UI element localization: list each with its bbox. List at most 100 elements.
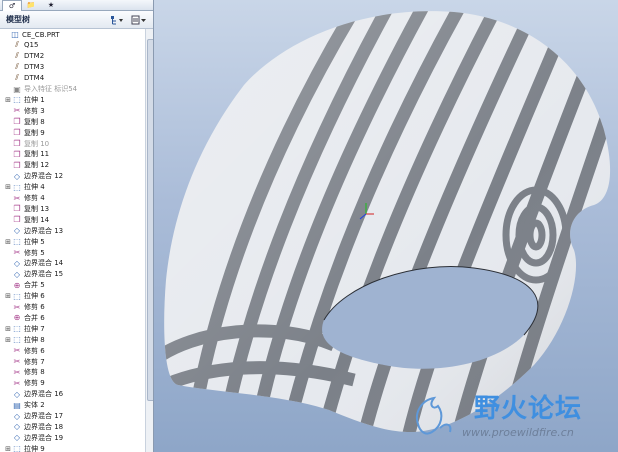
tree-item-label: 边界混合 16 [24, 390, 64, 399]
tree-item[interactable]: ✂ 修剪 4 [0, 193, 145, 204]
tree-item[interactable]: ▤ 实体 2 [0, 400, 145, 411]
trim-icon: ✂ [13, 378, 21, 388]
tree-item[interactable]: ✂ 修剪 6 [0, 302, 145, 313]
tree-item[interactable]: ✂ 修剪 8 [0, 367, 145, 378]
expand-icon[interactable]: ⊞ [4, 292, 12, 300]
expand-icon[interactable]: ⊞ [4, 325, 12, 333]
datum-plane-icon: ⫽ [15, 62, 19, 72]
tree-item[interactable]: ✂ 修剪 3 [0, 105, 145, 116]
part-icon: ◫ [11, 30, 19, 39]
tree-item-label: 实体 2 [24, 401, 45, 410]
tree-item[interactable]: ◇ 边界混合 19 [0, 432, 145, 443]
trim-icon: ✂ [13, 367, 21, 377]
scrollbar-thumb[interactable] [147, 39, 153, 401]
tree-item[interactable]: ◇ 边界混合 17 [0, 411, 145, 422]
tree-item[interactable]: ✂ 修剪 6 [0, 345, 145, 356]
tree-item-label: 拉伸 6 [24, 292, 45, 301]
graphics-viewport[interactable]: 野火论坛 www.proewildfire.cn [154, 0, 618, 452]
tree-item[interactable]: ✂ 修剪 9 [0, 378, 145, 389]
tree-item-label: CE_CB.PRT [22, 30, 60, 39]
tree-item[interactable]: ⊞ ⬚ 拉伸 5 [0, 236, 145, 247]
tree-item-label: 复制 14 [24, 215, 50, 224]
tree-item[interactable]: ⫽ DTM2 [0, 51, 145, 62]
boundary-blend-icon: ◇ [13, 411, 21, 421]
tree-item[interactable]: ❐ 复制 14 [0, 214, 145, 225]
tree-item[interactable]: ✂ 修剪 7 [0, 356, 145, 367]
tree-item[interactable]: ⫽ DTM4 [0, 73, 145, 84]
merge-icon: ⊕ [13, 280, 21, 290]
merge-icon: ⊕ [13, 313, 21, 323]
tree-item[interactable]: ◇ 边界混合 14 [0, 258, 145, 269]
tab-model-tree[interactable]: ♂ [2, 0, 22, 11]
expand-icon[interactable]: ⊞ [4, 96, 12, 104]
tree-item-label: 修剪 9 [24, 379, 45, 388]
tree-show-icon [131, 15, 146, 24]
tree-item-label: 边界混合 12 [24, 172, 64, 181]
model-tree-panel: ♂ 📁 ★ 模型树 ◫ CE_CB.PRT ⫽ Q15 ⫽ DTM2 ⫽ DTM3 ⫽ DTM4 ▣… [0, 0, 154, 452]
trim-icon: ✂ [13, 193, 21, 203]
tree-item[interactable]: ⊞ ⬚ 拉伸 8 [0, 334, 145, 345]
expand-icon[interactable]: ⊞ [4, 336, 12, 344]
tab-favorites[interactable]: ★ [42, 0, 60, 10]
tree-item-label: 导入特征 标识54 [24, 85, 78, 93]
tree-item[interactable]: ❐ 复制 11 [0, 149, 145, 160]
tree-item[interactable]: ⊞ ⬚ 拉伸 6 [0, 291, 145, 302]
tree-item-label: DTM2 [24, 52, 45, 61]
expand-icon[interactable]: ⊞ [4, 183, 12, 191]
tree-item[interactable]: ▣ 导入特征 标识54 [0, 84, 145, 95]
tree-item[interactable]: ⊞ ⬚ 拉伸 9 [0, 443, 145, 452]
model-tree-header: 模型树 [0, 11, 153, 29]
tree-item[interactable]: ◇ 边界混合 12 [0, 171, 145, 182]
tree-item[interactable]: ⫽ DTM3 [0, 62, 145, 73]
tree-item-label: 拉伸 7 [24, 324, 45, 333]
tree-item[interactable]: ⊕ 合并 6 [0, 312, 145, 323]
tree-settings-button[interactable] [110, 14, 124, 25]
tree-item[interactable]: ⊞ ⬚ 拉伸 1 [0, 94, 145, 105]
extrude-icon: ⬚ [13, 324, 21, 334]
tree-item[interactable]: ⊞ ⬚ 拉伸 7 [0, 323, 145, 334]
tree-item-label: 复制 13 [24, 204, 50, 213]
tree-item[interactable]: ◇ 边界混合 16 [0, 389, 145, 400]
tree-item-label: 复制 10 [24, 139, 50, 148]
tree-item[interactable]: ❐ 复制 9 [0, 127, 145, 138]
tree-item-label: 拉伸 8 [24, 335, 45, 344]
boundary-blend-icon: ◇ [13, 389, 21, 399]
tree-item[interactable]: ✂ 修剪 5 [0, 247, 145, 258]
model-tree-title: 模型树 [6, 15, 30, 24]
tree-item-label: 复制 11 [24, 150, 50, 159]
watermark-title: 野火论坛 [474, 394, 583, 424]
tree-item-label: 修剪 3 [24, 106, 45, 115]
tree-item[interactable]: ⊞ ⬚ 拉伸 4 [0, 182, 145, 193]
trim-icon: ✂ [13, 357, 21, 366]
tree-item[interactable]: ◇ 边界混合 13 [0, 225, 145, 236]
copy-icon: ❐ [13, 204, 21, 214]
extrude-icon: ⬚ [13, 291, 21, 301]
tree-item[interactable]: ⊕ 合并 5 [0, 280, 145, 291]
boundary-blend-icon: ◇ [13, 269, 21, 279]
tree-settings-icon [111, 15, 123, 24]
copy-icon: ❐ [13, 160, 21, 170]
tree-item[interactable]: ◇ 边界混合 18 [0, 421, 145, 432]
tree-item[interactable]: ❐ 复制 12 [0, 160, 145, 171]
copy-icon: ❐ [13, 215, 21, 225]
tree-item-label: 拉伸 4 [24, 183, 45, 192]
tree-show-button[interactable] [131, 14, 147, 25]
tree-item-label: 拉伸 5 [24, 237, 45, 246]
tree-item-label: 修剪 8 [24, 368, 45, 377]
tree-item[interactable]: ⫽ Q15 [0, 40, 145, 51]
tree-item[interactable]: ❐ 复制 8 [0, 116, 145, 127]
tree-item[interactable]: ❐ 复制 13 [0, 203, 145, 214]
model-tree-scrollbar[interactable] [145, 29, 153, 452]
tree-item-label: 复制 9 [24, 128, 45, 137]
tree-item[interactable]: ❐ 复制 10 [0, 138, 145, 149]
tree-item[interactable]: ◫ CE_CB.PRT [0, 29, 145, 40]
datum-plane-icon: ⫽ [15, 40, 19, 50]
expand-icon[interactable]: ⊞ [4, 238, 12, 246]
tree-item[interactable]: ◇ 边界混合 15 [0, 269, 145, 280]
tab-folder-browser[interactable]: 📁 [22, 0, 40, 10]
expand-icon[interactable]: ⊞ [4, 445, 12, 452]
model-tree: ◫ CE_CB.PRT ⫽ Q15 ⫽ DTM2 ⫽ DTM3 ⫽ DTM4 ▣ 导入特征 标识54 ⊞… [0, 29, 145, 452]
tree-item-label: 边界混合 18 [24, 422, 64, 431]
watermark-url: www.proewildfire.cn [462, 426, 574, 439]
boundary-blend-icon: ◇ [13, 422, 21, 432]
